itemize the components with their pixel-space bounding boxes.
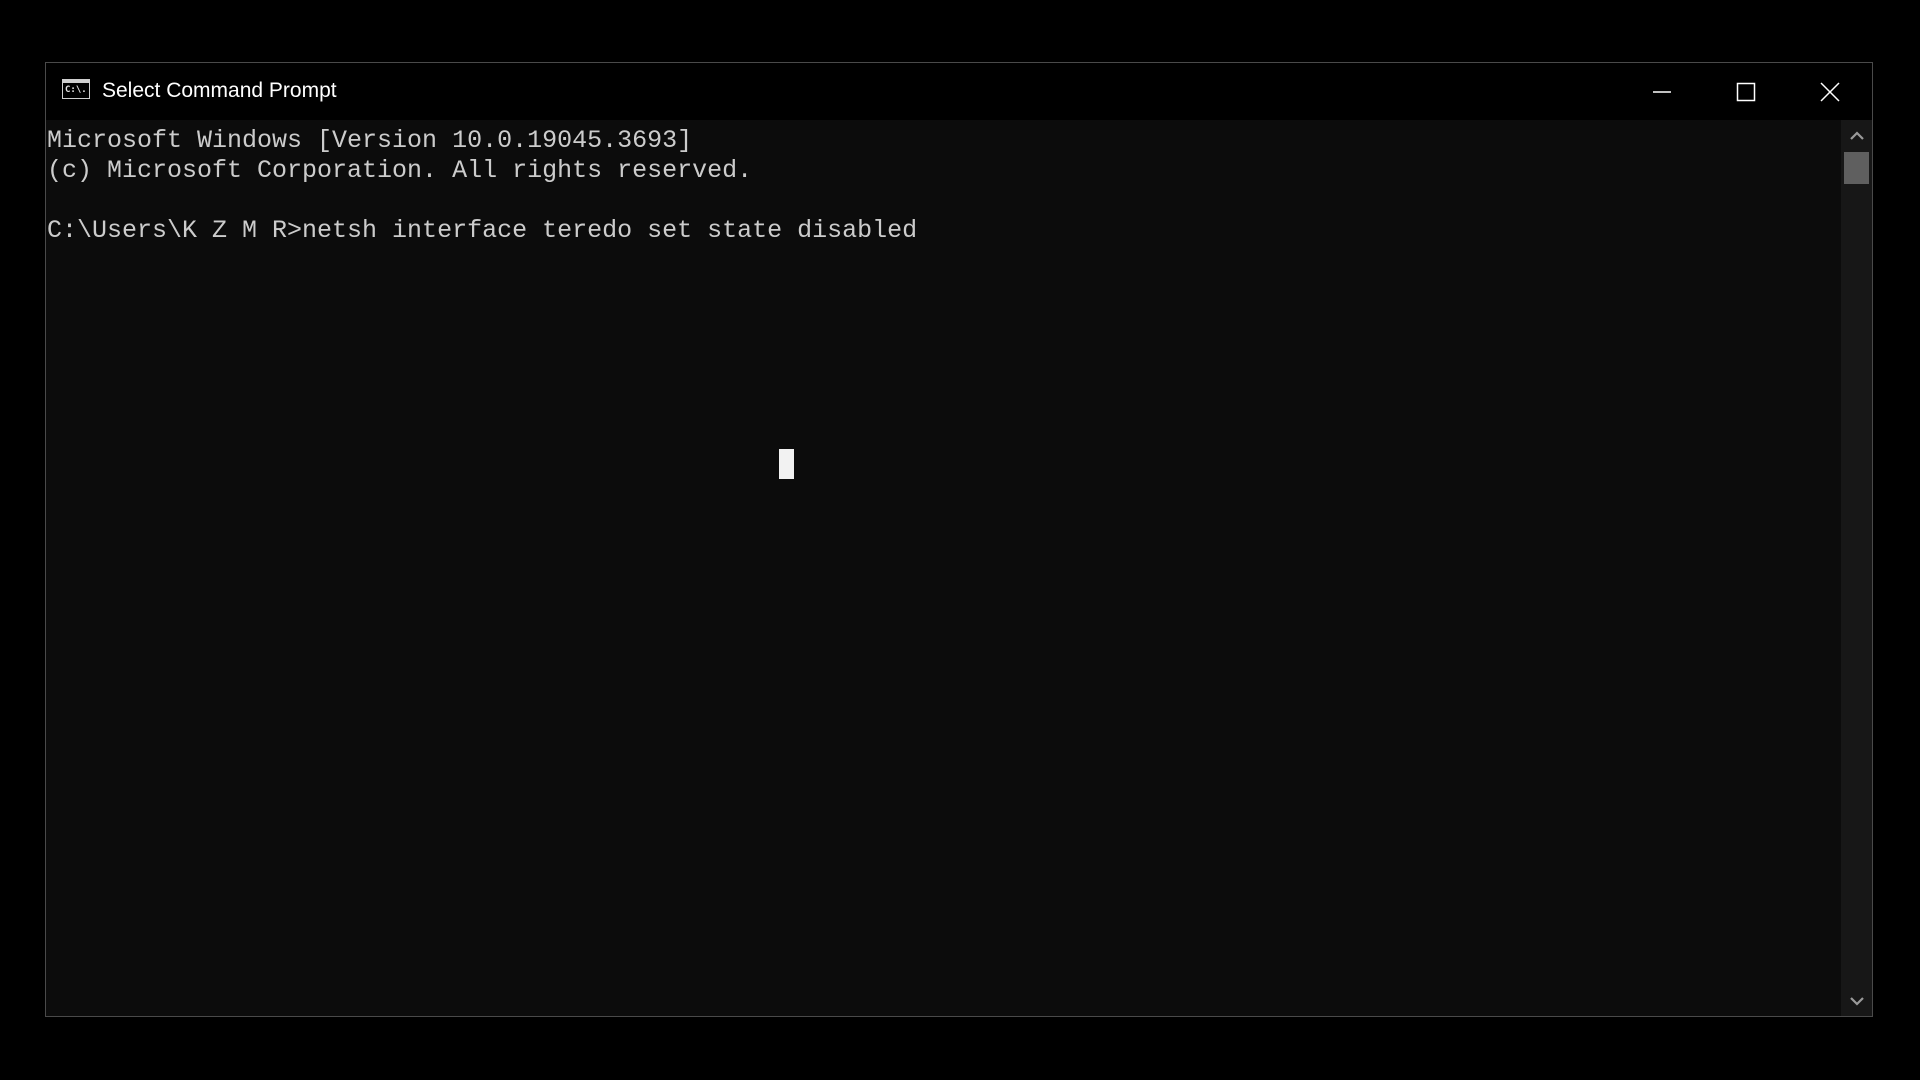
scroll-down-button[interactable]: [1841, 985, 1872, 1016]
scrollbar-thumb[interactable]: [1844, 152, 1869, 184]
close-button[interactable]: [1788, 63, 1872, 120]
title-bar[interactable]: C:\. Select Command Prompt: [46, 63, 1872, 120]
cmd-icon-glyph: C:\.: [65, 85, 87, 95]
close-icon: [1820, 81, 1840, 102]
chevron-down-icon: [1849, 996, 1864, 1006]
minimize-icon: [1653, 90, 1671, 93]
scroll-up-button[interactable]: [1841, 120, 1872, 151]
window-title: Select Command Prompt: [102, 79, 337, 102]
cmd-icon[interactable]: C:\.: [62, 79, 90, 99]
maximize-button[interactable]: [1704, 63, 1788, 120]
maximize-icon: [1736, 82, 1756, 101]
chevron-up-icon: [1849, 130, 1864, 140]
vertical-scrollbar[interactable]: [1841, 120, 1872, 1016]
mouse-text-cursor: [779, 449, 794, 479]
console-line: (c) Microsoft Corporation. All rights re…: [47, 156, 753, 185]
minimize-button[interactable]: [1620, 63, 1704, 120]
console-area[interactable]: Microsoft Windows [Version 10.0.19045.36…: [46, 120, 1841, 1016]
console-line: Microsoft Windows [Version 10.0.19045.36…: [47, 126, 693, 155]
console-output: Microsoft Windows [Version 10.0.19045.36…: [47, 126, 917, 246]
console-line: C:\Users\K Z M R>netsh interface teredo …: [47, 216, 918, 245]
command-prompt-window: C:\. Select Command Prompt Microsoft Win…: [45, 62, 1873, 1017]
